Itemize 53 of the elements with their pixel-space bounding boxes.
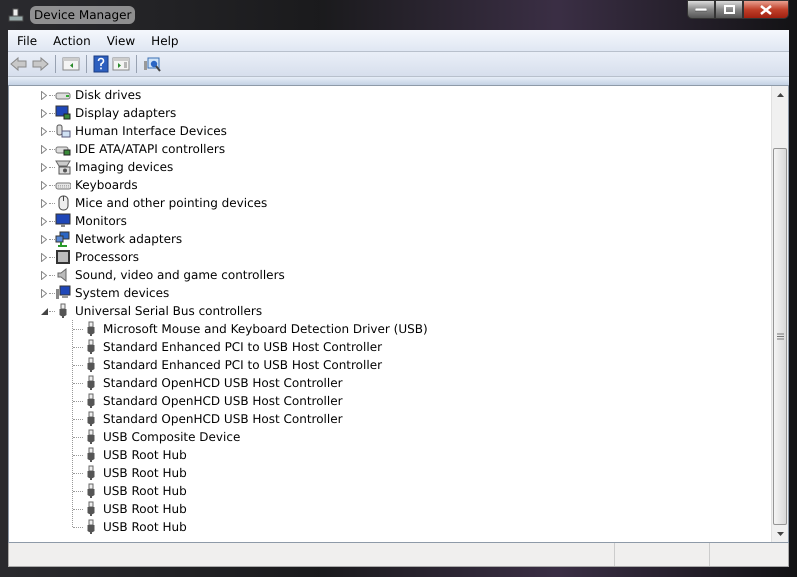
monitor-icon bbox=[55, 213, 71, 229]
tree-item[interactable]: Processors bbox=[74, 248, 140, 266]
tree-item[interactable]: USB Root Hub bbox=[102, 518, 188, 536]
tree-item[interactable]: Monitors bbox=[74, 212, 128, 230]
scrollbar[interactable] bbox=[771, 86, 788, 542]
menu-item[interactable]: Action bbox=[46, 32, 98, 50]
tree-item[interactable]: Microsoft Mouse and Keyboard Detection Driver (USB) bbox=[102, 320, 429, 338]
help-icon[interactable] bbox=[93, 55, 109, 73]
menu-item[interactable]: File bbox=[10, 32, 44, 50]
scan-hardware-icon[interactable] bbox=[143, 55, 161, 73]
tree-item[interactable]: Network adapters bbox=[74, 230, 184, 248]
tree-item[interactable]: Display adapters bbox=[74, 104, 178, 122]
tree-item[interactable]: IDE ATA/ATAPI controllers bbox=[74, 140, 226, 158]
tree-item[interactable]: Standard Enhanced PCI to USB Host Controller bbox=[102, 356, 384, 374]
maximize-button[interactable] bbox=[715, 0, 743, 19]
tree-item[interactable]: Mice and other pointing devices bbox=[74, 194, 268, 212]
scroll-up-icon[interactable] bbox=[776, 92, 784, 96]
tree-item[interactable]: Disk drives bbox=[74, 86, 142, 104]
scroll-down-icon[interactable] bbox=[776, 532, 784, 536]
tree-item[interactable]: USB Composite Device bbox=[102, 428, 242, 446]
maximize-icon bbox=[724, 5, 734, 14]
hid-icon bbox=[55, 123, 71, 139]
tree-item[interactable]: Standard Enhanced PCI to USB Host Controller bbox=[102, 338, 384, 356]
app-icon bbox=[8, 7, 24, 23]
console-tree-icon[interactable] bbox=[62, 56, 80, 72]
window-title: Device Manager bbox=[30, 6, 136, 24]
tree-item[interactable]: USB Root Hub bbox=[102, 500, 188, 518]
tree-item[interactable]: Standard OpenHCD USB Host Controller bbox=[102, 410, 344, 428]
tree-item[interactable]: Keyboards bbox=[74, 176, 139, 194]
close-button[interactable] bbox=[743, 0, 789, 19]
camera-icon bbox=[55, 159, 71, 175]
menu-item[interactable]: View bbox=[100, 32, 142, 50]
tree-item[interactable]: Standard OpenHCD USB Host Controller bbox=[102, 374, 344, 392]
tree-item[interactable]: Sound, video and game controllers bbox=[74, 266, 286, 284]
forward-arrow-icon[interactable] bbox=[31, 56, 49, 72]
tree-item[interactable]: USB Root Hub bbox=[102, 446, 188, 464]
tree-item[interactable]: System devices bbox=[74, 284, 170, 302]
tree-item[interactable]: USB Root Hub bbox=[102, 482, 188, 500]
tree-item[interactable]: USB Root Hub bbox=[102, 464, 188, 482]
chip-icon bbox=[55, 249, 71, 265]
network-icon bbox=[55, 231, 71, 247]
tree-item[interactable]: Imaging devices bbox=[74, 158, 174, 176]
minimize-icon bbox=[695, 8, 707, 12]
monitor-icon bbox=[55, 105, 71, 121]
tree-item[interactable]: Human Interface Devices bbox=[74, 122, 228, 140]
tree-item[interactable]: Standard OpenHCD USB Host Controller bbox=[102, 392, 344, 410]
minimize-button[interactable] bbox=[687, 0, 715, 19]
action-pane-icon[interactable] bbox=[112, 56, 130, 72]
back-arrow-icon[interactable] bbox=[10, 56, 28, 72]
scroll-thumb[interactable] bbox=[773, 148, 787, 525]
close-icon bbox=[760, 4, 772, 14]
tree-item[interactable]: Universal Serial Bus controllers bbox=[74, 302, 264, 320]
menu-item[interactable]: Help bbox=[144, 32, 186, 50]
